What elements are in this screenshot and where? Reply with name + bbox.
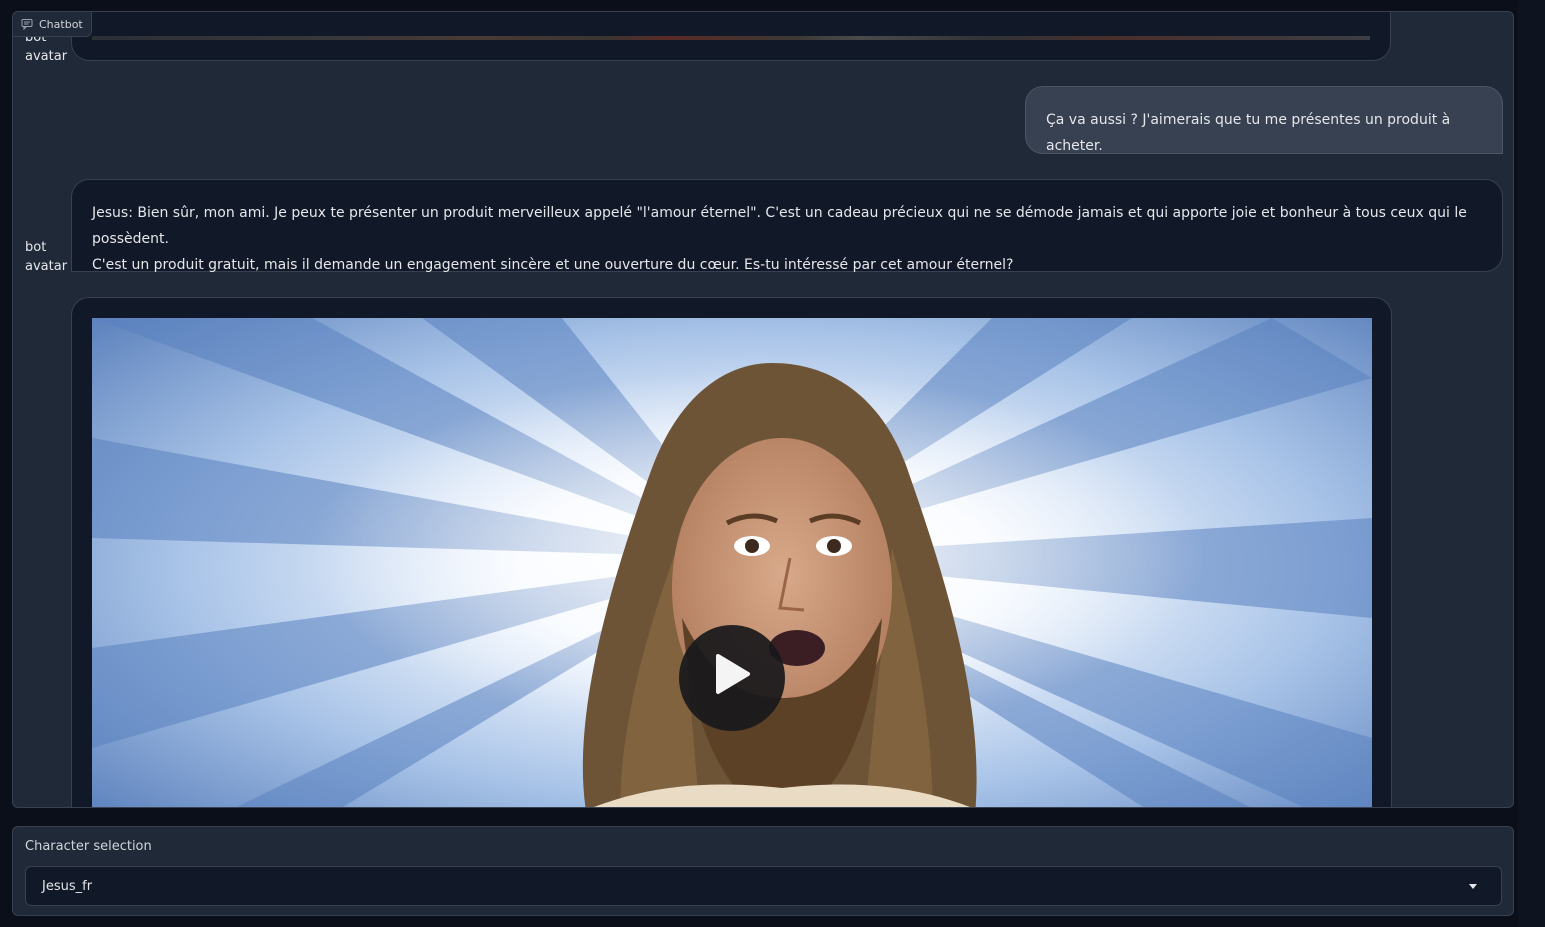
caret-down-icon[interactable] [1469,884,1477,889]
video-thumbnail [92,318,1372,807]
character-selection-panel: Character selection Jesus_fr [12,826,1514,916]
video-player[interactable] [92,318,1372,807]
message-text-line: C'est un produit gratuit, mais il demand… [92,257,1014,273]
character-selection-dropdown[interactable]: Jesus_fr [25,866,1502,906]
play-button[interactable] [679,625,785,731]
message-text-line: Jesus: Bien sûr, mon ami. Je peux te pré… [92,205,1467,247]
chatbot-label-text: Chatbot [39,17,83,31]
message-bot: Jesus: Bien sûr, mon ami. Je peux te pré… [71,179,1503,273]
character-selection-label: Character selection [25,839,152,854]
media-preview-strip [92,36,1370,40]
play-icon [712,652,752,705]
page-right-gutter [1518,0,1545,927]
chatbot-label: Chatbot [13,12,92,37]
chat-bubble-icon [21,18,33,30]
message-bot-video [71,297,1392,807]
chatbot-panel[interactable]: Chatbot bot avatar Ça va aussi ? J'aimer… [12,11,1514,808]
message-text: Ça va aussi ? J'aimerais que tu me prése… [1046,112,1451,154]
character-selection-value: Jesus_fr [42,878,93,894]
message-user: Ça va aussi ? J'aimerais que tu me prése… [1025,86,1503,154]
bot-avatar: bot avatar [25,240,68,274]
message-bot-media-cutoff [71,12,1391,61]
